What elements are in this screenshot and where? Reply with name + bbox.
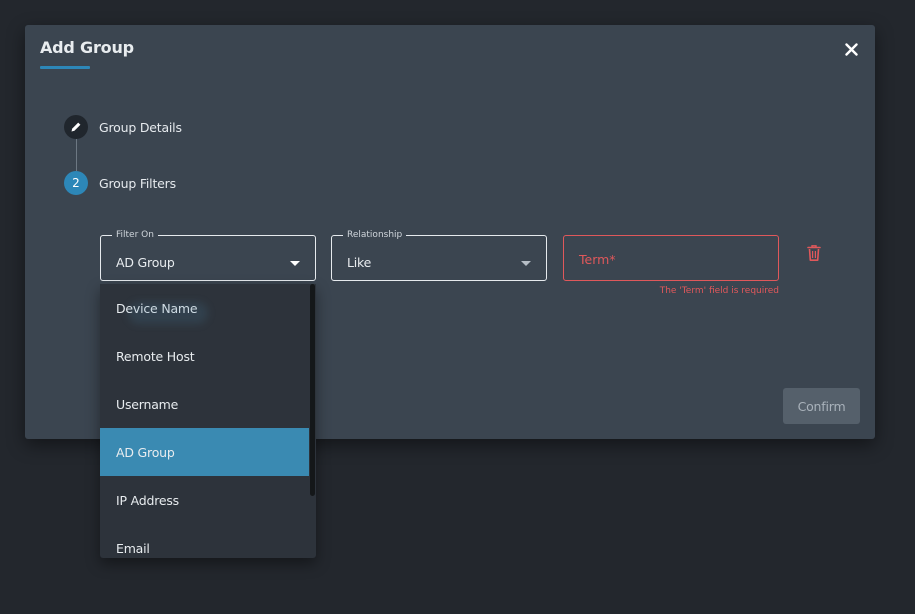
pencil-icon — [71, 122, 81, 132]
title-underline — [40, 66, 90, 69]
dropdown-option[interactable]: Device Name — [100, 284, 309, 332]
dropdown-option[interactable]: Username — [100, 380, 309, 428]
term-placeholder: Term* — [579, 252, 616, 267]
step-label: Group Filters — [99, 175, 176, 191]
dropdown-option[interactable]: Email — [100, 524, 309, 558]
step-indicator — [64, 115, 88, 139]
filter-on-legend: Filter On — [112, 229, 158, 241]
close-icon — [844, 42, 858, 56]
dropdown-option-selected[interactable]: AD Group — [100, 428, 309, 476]
term-error-message: The 'Term' field is required — [659, 286, 779, 296]
filter-on-dropdown[interactable]: Device Name Remote Host Username AD Grou… — [100, 284, 316, 558]
confirm-button[interactable]: Confirm — [783, 388, 860, 424]
delete-filter-button[interactable] — [806, 244, 822, 262]
dialog-title: Add Group — [40, 38, 134, 57]
relationship-legend: Relationship — [343, 229, 407, 241]
step-group-filters[interactable]: 2 Group Filters — [64, 171, 176, 195]
dropdown-option[interactable]: IP Address — [100, 476, 309, 524]
term-input[interactable]: Term* — [563, 235, 779, 281]
filter-on-select[interactable]: Filter On AD Group — [100, 229, 316, 281]
relationship-select[interactable]: Relationship Like — [331, 229, 547, 281]
filter-on-value: AD Group — [116, 255, 175, 270]
step-group-details[interactable]: Group Details — [64, 115, 182, 139]
caret-down-icon — [521, 261, 531, 266]
relationship-value: Like — [347, 255, 372, 270]
caret-down-icon — [290, 261, 300, 266]
close-button[interactable] — [840, 38, 862, 60]
step-connector — [76, 139, 77, 171]
dropdown-option[interactable]: Remote Host — [100, 332, 309, 380]
step-label: Group Details — [99, 119, 182, 135]
trash-icon — [807, 245, 821, 261]
dropdown-scrollbar[interactable] — [310, 284, 315, 496]
step-number: 2 — [64, 171, 88, 195]
